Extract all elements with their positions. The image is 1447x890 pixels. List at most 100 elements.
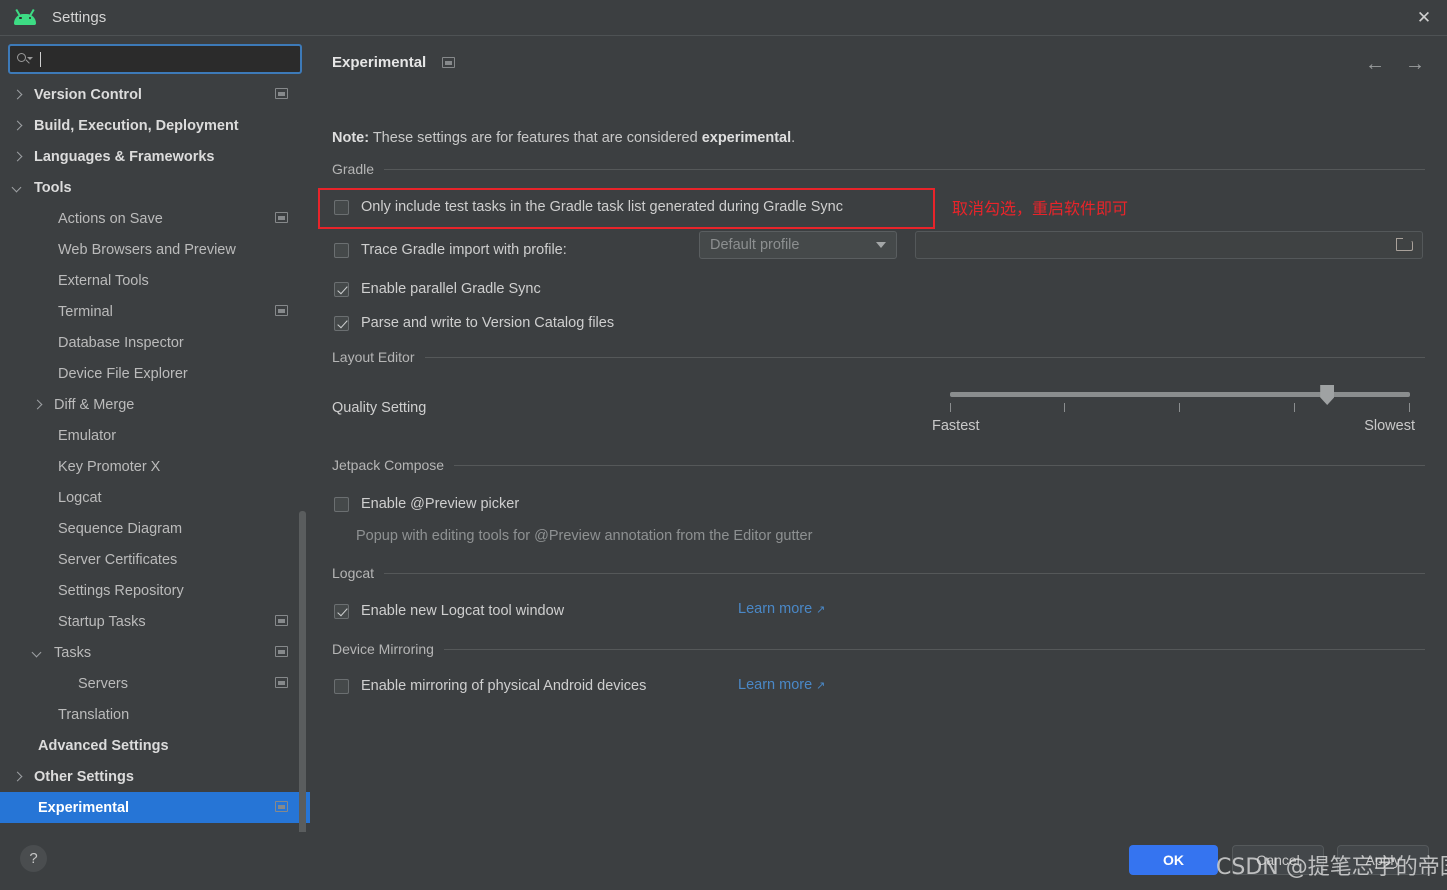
sidebar-item-experimental[interactable]: Experimental (0, 792, 310, 823)
sidebar-item-device-file-explorer[interactable]: Device File Explorer (0, 358, 310, 389)
apply-button[interactable]: Apply (1337, 845, 1429, 875)
chevron-right-icon[interactable] (10, 119, 24, 133)
sidebar-item-actions-on-save[interactable]: Actions on Save (0, 203, 310, 234)
sidebar-item-label: Advanced Settings (38, 737, 169, 754)
help-icon[interactable]: ? (20, 845, 47, 872)
sidebar-item-label: Tasks (54, 644, 92, 661)
section-label: Jetpack Compose (332, 457, 445, 473)
sidebar-item-settings-repository[interactable]: Settings Repository (0, 575, 310, 606)
sidebar-item-label: Languages & Frameworks (34, 148, 215, 165)
sidebar-item-advanced-settings[interactable]: Advanced Settings (0, 730, 310, 761)
cancel-button[interactable]: Cancel (1232, 845, 1324, 875)
slider-tick (950, 403, 951, 412)
chevron-down-icon[interactable] (30, 646, 44, 660)
checkbox-box[interactable] (334, 199, 349, 215)
sidebar-item-key-promoter-x[interactable]: Key Promoter X (0, 451, 310, 482)
checkbox-preview-picker[interactable]: Enable @Preview picker (334, 493, 519, 515)
checkbox-label: Enable new Logcat tool window (361, 603, 565, 619)
checkbox-trace-gradle-import[interactable]: Trace Gradle import with profile: (334, 239, 567, 261)
slider-thumb[interactable] (1320, 385, 1335, 405)
forward-arrow-icon[interactable]: → (1405, 54, 1425, 74)
sidebar-item-languages-frameworks[interactable]: Languages & Frameworks (0, 141, 310, 172)
back-arrow-icon[interactable]: ← (1365, 54, 1385, 74)
sidebar-item-servers[interactable]: Servers (0, 668, 310, 699)
checkbox-device-mirroring[interactable]: Enable mirroring of physical Android dev… (334, 675, 646, 697)
checkbox-box[interactable] (334, 603, 349, 619)
search-input[interactable] (43, 51, 294, 67)
sidebar-item-tasks[interactable]: Tasks (0, 637, 310, 668)
checkbox-label: Trace Gradle import with profile: (361, 242, 567, 258)
sidebar-item-tools[interactable]: Tools (0, 172, 310, 203)
project-scope-icon (275, 615, 288, 626)
search-container (0, 36, 310, 74)
checkbox-box[interactable] (334, 281, 349, 297)
sidebar-item-startup-tasks[interactable]: Startup Tasks (0, 606, 310, 637)
section-divider (424, 356, 1425, 358)
chevron-right-icon[interactable] (10, 770, 24, 784)
checkbox-parallel-gradle-sync[interactable]: Enable parallel Gradle Sync (334, 278, 541, 300)
chevron-down-icon[interactable] (10, 181, 24, 195)
close-icon[interactable]: ✕ (1401, 0, 1447, 35)
folder-browse-icon[interactable] (1396, 238, 1413, 251)
profile-dropdown[interactable]: Default profile (699, 231, 897, 259)
learn-more-link-logcat[interactable]: Learn more ↗ (738, 601, 825, 617)
dropdown-value: Default profile (710, 237, 800, 253)
section-label: Logcat (332, 565, 375, 581)
search-box[interactable] (8, 44, 302, 74)
sidebar-item-server-certificates[interactable]: Server Certificates (0, 544, 310, 575)
sidebar-scrollbar[interactable] (299, 511, 306, 832)
checkbox-box[interactable] (334, 496, 349, 512)
sidebar-item-terminal[interactable]: Terminal (0, 296, 310, 327)
learn-more-link-mirroring[interactable]: Learn more ↗ (738, 677, 825, 693)
sidebar-item-label: Actions on Save (58, 210, 163, 227)
checkbox-label: Parse and write to Version Catalog files (361, 315, 615, 331)
panel-header: Experimental (332, 54, 456, 71)
project-scope-icon (275, 801, 288, 812)
link-text: Learn more (738, 601, 813, 617)
sidebar-item-build-execution-deployment[interactable]: Build, Execution, Deployment (0, 110, 310, 141)
checkbox-box[interactable] (334, 678, 349, 694)
sidebar-item-label: Tools (34, 179, 72, 196)
page-title: Experimental (332, 54, 427, 71)
settings-sidebar: Version Control Build, Execution, Deploym… (0, 36, 310, 832)
annotation-text: 取消勾选，重启软件即可 (952, 199, 1129, 218)
checkbox-version-catalog[interactable]: Parse and write to Version Catalog files (334, 312, 614, 334)
slider-tick (1064, 403, 1065, 412)
sidebar-item-version-control[interactable]: Version Control (0, 79, 310, 110)
navigation-arrows: ← → (1365, 54, 1425, 74)
chevron-right-icon[interactable] (10, 88, 24, 102)
chevron-right-icon[interactable] (10, 150, 24, 164)
sidebar-item-database-inspector[interactable]: Database Inspector (0, 327, 310, 358)
sidebar-item-emulator[interactable]: Emulator (0, 420, 310, 451)
project-scope-icon (275, 305, 288, 316)
sidebar-item-label: External Tools (58, 272, 149, 289)
slider-tick (1179, 403, 1180, 412)
sidebar-item-translation[interactable]: Translation (0, 699, 310, 730)
sidebar-item-other-settings[interactable]: Other Settings (0, 761, 310, 792)
trace-output-path-field[interactable] (915, 231, 1423, 259)
checkbox-box[interactable] (334, 315, 349, 331)
ok-button[interactable]: OK (1129, 845, 1218, 875)
chevron-right-icon[interactable] (30, 398, 44, 412)
experimental-note: Note: These settings are for features th… (332, 130, 795, 146)
checkbox-new-logcat-window[interactable]: Enable new Logcat tool window (334, 600, 564, 622)
slider-track[interactable] (950, 392, 1410, 397)
link-text: Learn more (738, 677, 813, 693)
sidebar-item-logcat[interactable]: Logcat (0, 482, 310, 513)
sidebar-item-diff-merge[interactable]: Diff & Merge (0, 389, 310, 420)
section-header-device-mirroring: Device Mirroring (332, 640, 1425, 658)
sidebar-item-label: Build, Execution, Deployment (34, 117, 239, 134)
sidebar-item-sequence-diagram[interactable]: Sequence Diagram (0, 513, 310, 544)
checkbox-box[interactable] (334, 242, 349, 258)
sidebar-item-external-tools[interactable]: External Tools (0, 265, 310, 296)
checkbox-only-test-tasks[interactable]: Only include test tasks in the Gradle ta… (334, 196, 843, 218)
section-divider (384, 168, 1425, 170)
sidebar-item-web-browsers-and-preview[interactable]: Web Browsers and Preview (0, 234, 310, 265)
